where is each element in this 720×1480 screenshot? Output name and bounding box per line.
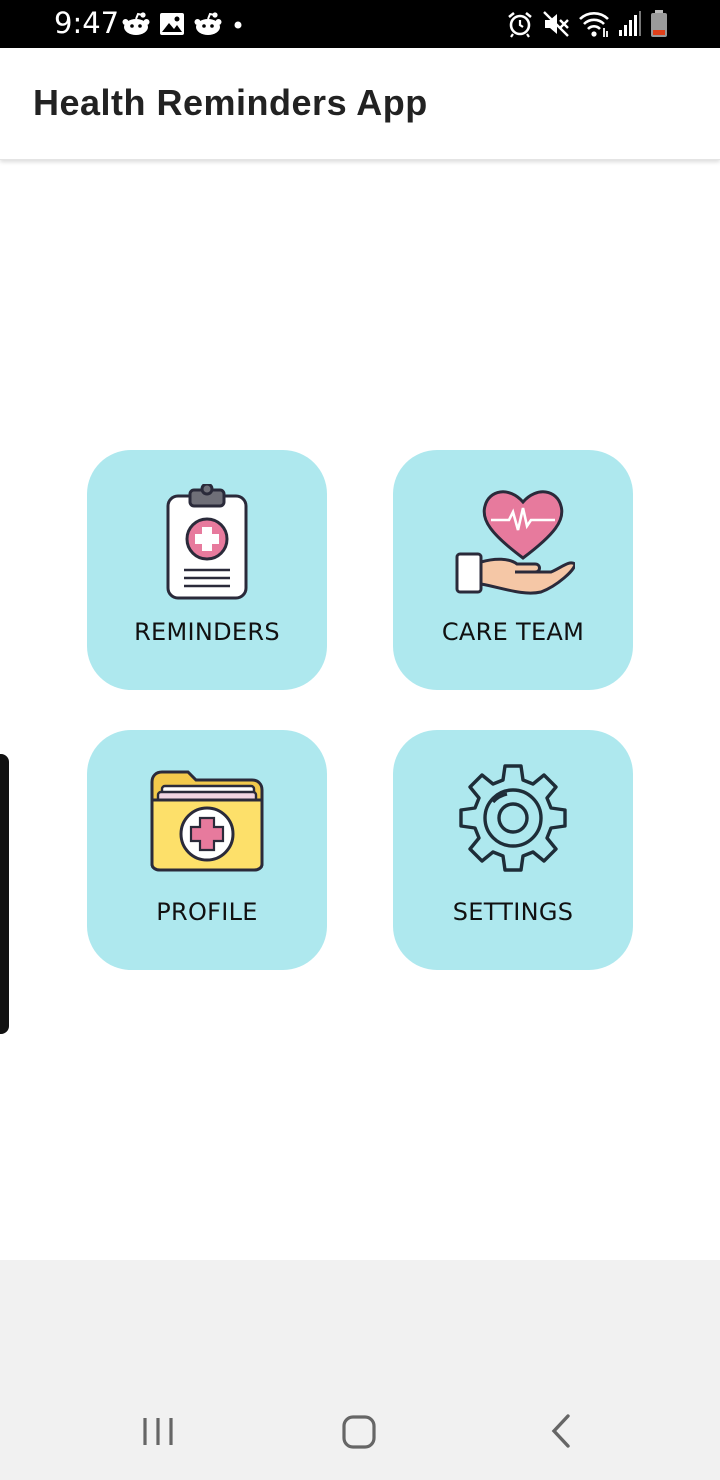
mute-icon [542, 10, 570, 38]
alarm-icon [506, 10, 534, 38]
reminders-label: REMINDERS [134, 618, 280, 646]
edge-panel-handle[interactable] [0, 754, 9, 1034]
wifi-icon [578, 10, 610, 38]
heart-hand-icon [451, 480, 577, 609]
status-bar: 9:47 [0, 0, 720, 48]
care-team-label: CARE TEAM [441, 618, 585, 646]
clipboard-medical-icon [162, 482, 252, 605]
settings-tile[interactable]: SETTINGS [393, 730, 633, 970]
settings-label: SETTINGS [452, 898, 574, 926]
reminders-tile[interactable]: REMINDERS [87, 450, 327, 690]
recents-button[interactable] [128, 1402, 188, 1462]
profile-label: PROFILE [156, 898, 258, 926]
app-bar: Health Reminders App [0, 48, 720, 160]
back-icon [551, 1414, 570, 1448]
back-button[interactable] [530, 1402, 590, 1462]
profile-tile[interactable]: PROFILE [87, 730, 327, 970]
gear-icon [455, 762, 571, 883]
recents-icon [143, 1418, 173, 1445]
dot-icon [231, 12, 245, 36]
signal-icon [618, 10, 642, 38]
medical-folder-icon [148, 768, 266, 879]
home-button[interactable] [329, 1402, 389, 1462]
care-team-tile[interactable]: CARE TEAM [393, 450, 633, 690]
notification-icons [122, 10, 245, 38]
system-icons [506, 10, 668, 38]
home-icon [342, 1415, 376, 1449]
status-time: 9:47 [54, 6, 120, 40]
gallery-icon [159, 12, 185, 36]
reddit-icon [194, 11, 222, 37]
page-title: Health Reminders App [33, 82, 428, 123]
reddit-icon [122, 11, 150, 37]
battery-icon [650, 10, 668, 38]
